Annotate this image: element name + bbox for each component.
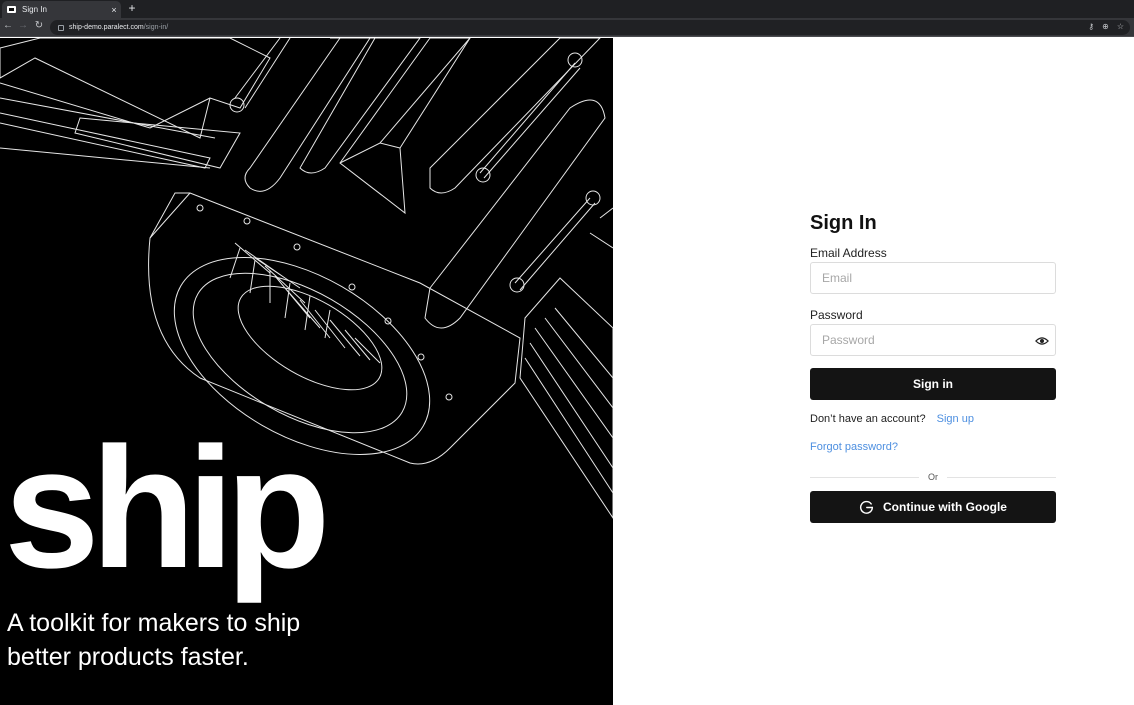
no-account-text: Don’t have an account? <box>810 413 926 425</box>
url-path: /sign-in/ <box>143 24 169 31</box>
password-field-wrapper <box>810 324 1056 356</box>
sign-up-link[interactable]: Sign up <box>937 413 974 425</box>
divider-line-right <box>947 476 1056 478</box>
forgot-password-link[interactable]: Forgot password? <box>810 441 898 453</box>
star-icon[interactable]: ☆ <box>1117 22 1124 31</box>
close-tab-icon[interactable]: × <box>107 5 121 15</box>
signup-row: Don’t have an account? Sign up <box>810 413 1056 427</box>
page-title: Sign In <box>810 212 877 234</box>
continue-with-google-button[interactable]: Continue with Google <box>810 491 1056 523</box>
reload-icon[interactable]: ↻ <box>33 20 45 31</box>
browser-tab-bar: Sign In × + <box>0 0 1134 18</box>
hero-panel: ship A toolkit for makers to ship better… <box>0 38 613 705</box>
tab-title: Sign In <box>22 5 47 14</box>
sign-in-button[interactable]: Sign in <box>810 368 1056 400</box>
url-host: ship-demo.paralect.com <box>69 24 144 31</box>
email-label: Email Address <box>810 246 887 260</box>
password-label: Password <box>810 308 863 322</box>
browser-toolbar: ← → ↻ ship-demo.paralect.com/sign-in/ ⚷ … <box>0 18 1134 37</box>
browser-tab[interactable]: Sign In × <box>2 1 121 18</box>
email-input[interactable] <box>822 271 1022 285</box>
password-input[interactable] <box>822 333 1022 347</box>
address-bar[interactable]: ship-demo.paralect.com/sign-in/ ⚷ ⊕ ☆ <box>50 20 1130 35</box>
lock-icon <box>58 24 64 31</box>
forward-icon[interactable]: → <box>17 20 29 31</box>
site-favicon-icon <box>7 6 16 13</box>
ship-wordmark: ship <box>4 412 331 604</box>
or-divider: Or <box>810 471 1056 483</box>
engine-line-art <box>0 38 613 519</box>
email-field-wrapper <box>810 262 1056 294</box>
hero-tagline: A toolkit for makers to ship better prod… <box>7 609 301 671</box>
back-icon[interactable]: ← <box>2 20 14 31</box>
key-icon[interactable]: ⚷ <box>1088 22 1094 31</box>
divider-text: Or <box>928 472 938 482</box>
sign-in-form: Sign In Email Address Password Sign in D… <box>810 212 1056 523</box>
google-button-label: Continue with Google <box>883 500 1007 514</box>
divider-line-left <box>810 476 919 478</box>
sign-in-panel: Sign In Email Address Password Sign in D… <box>613 38 1134 705</box>
google-icon <box>860 500 874 514</box>
show-password-icon[interactable] <box>1035 334 1049 348</box>
new-tab-button[interactable]: + <box>126 1 138 15</box>
zoom-icon[interactable]: ⊕ <box>1102 22 1109 31</box>
